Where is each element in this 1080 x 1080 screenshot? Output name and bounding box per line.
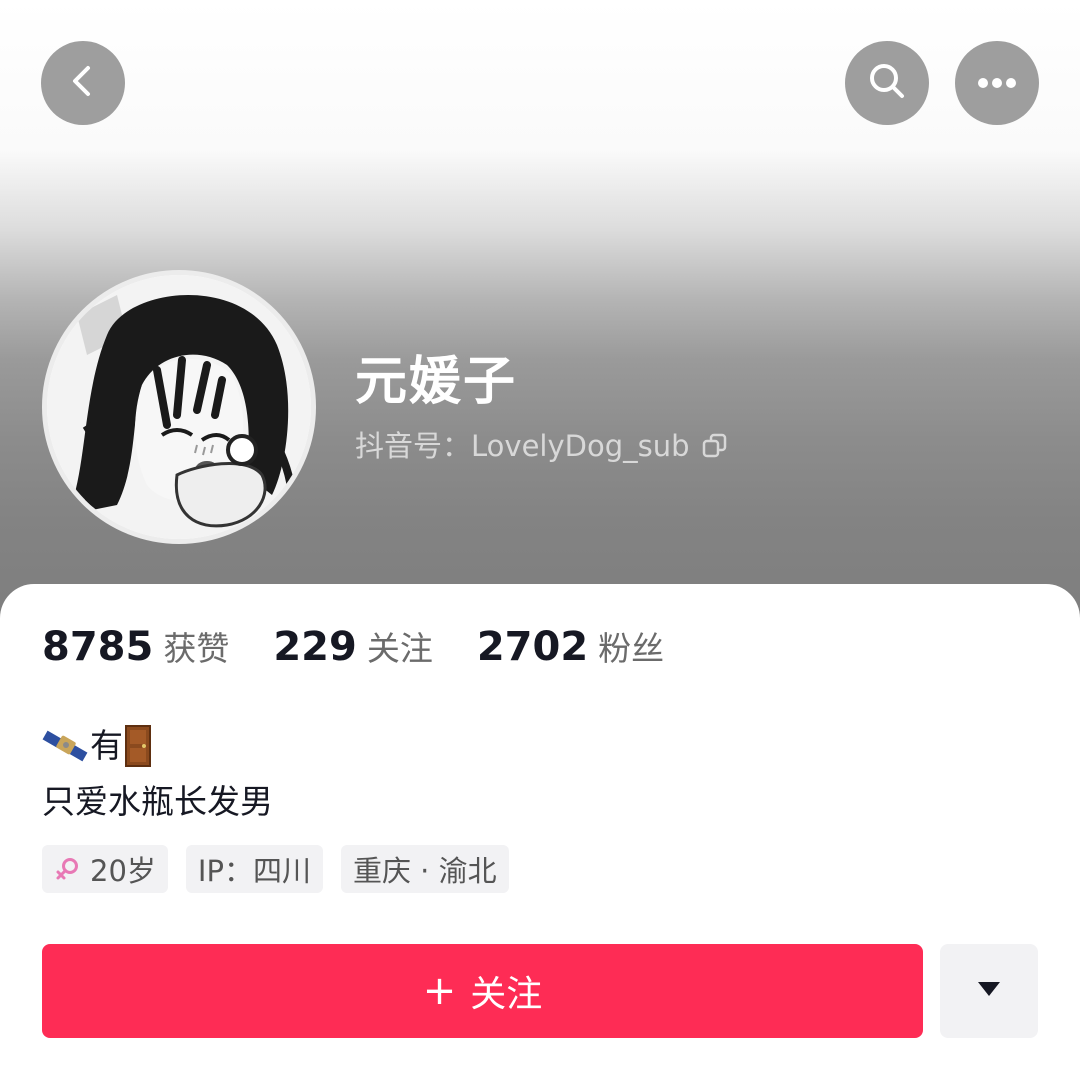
stat-followers[interactable]: 2702 粉丝 — [477, 622, 664, 670]
triangle-down-icon — [976, 980, 1002, 1002]
follow-button[interactable]: + 关注 — [42, 944, 923, 1038]
copy-icon[interactable] — [702, 433, 728, 459]
more-dots-icon — [975, 74, 1019, 93]
stat-likes-label: 获赞 — [163, 629, 230, 668]
stat-likes-value: 8785 — [42, 624, 154, 670]
bio-line-2: 只爱水瓶长发男 — [42, 782, 273, 821]
avatar[interactable] — [42, 270, 316, 544]
avatar-anime-illustration — [47, 275, 311, 539]
age-tag: 20岁 — [42, 845, 168, 893]
stat-followers-value: 2702 — [476, 624, 589, 670]
plus-icon: + — [422, 968, 457, 1014]
douyin-id-value: LovelyDog_sub — [471, 429, 690, 463]
door-emoji-icon — [123, 724, 153, 768]
profile-tags: 20岁 IP：四川 重庆 · 渝北 — [42, 845, 527, 893]
more-button[interactable] — [955, 41, 1039, 125]
satellite-emoji-icon — [42, 726, 90, 766]
back-button[interactable] — [41, 41, 125, 125]
bio-line-1: 有 — [42, 722, 153, 770]
search-button[interactable] — [845, 41, 929, 125]
female-icon — [54, 856, 80, 882]
age-tag-text: 20岁 — [90, 854, 156, 888]
stat-following[interactable]: 229 关注 — [273, 622, 433, 670]
bio-line-1-text: 有 — [90, 726, 123, 765]
search-icon — [865, 59, 909, 107]
recommend-dropdown-button[interactable] — [940, 944, 1038, 1038]
ip-tag: IP：四川 — [185, 845, 323, 893]
location-tag-text: 重庆 · 渝北 — [352, 854, 497, 888]
ip-tag-text: IP：四川 — [197, 854, 311, 888]
stat-likes[interactable]: 8785 获赞 — [42, 622, 229, 670]
stat-followers-label: 粉丝 — [598, 629, 665, 668]
profile-nickname: 元媛子 — [355, 352, 518, 412]
profile-stats: 8785 获赞 229 关注 2702 粉丝 — [42, 622, 708, 670]
douyin-id-label: 抖音号： — [355, 429, 472, 463]
follow-button-label: 关注 — [470, 974, 543, 1015]
location-tag: 重庆 · 渝北 — [340, 845, 509, 893]
douyin-id-row: 抖音号： LovelyDog_sub — [355, 424, 728, 468]
chevron-left-icon — [63, 61, 103, 105]
stat-following-value: 229 — [273, 624, 357, 670]
stat-following-label: 关注 — [366, 629, 433, 668]
